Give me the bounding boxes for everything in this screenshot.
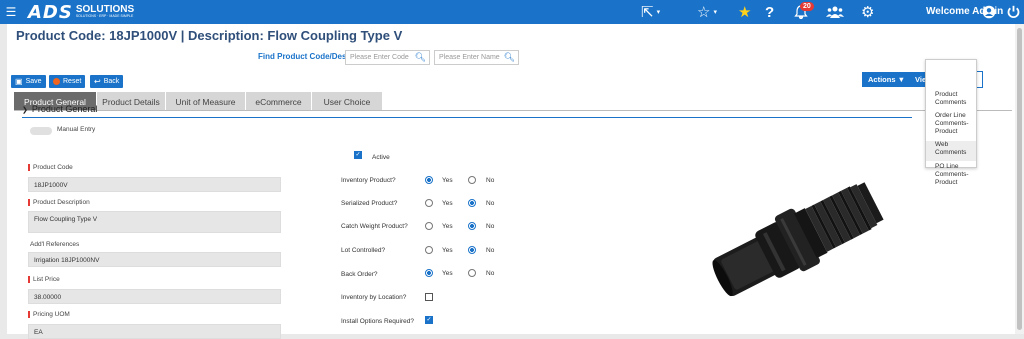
manual-entry-toggle[interactable] (30, 127, 52, 135)
inv-by-location-label: Inventory by Location? (341, 294, 407, 301)
power-icon[interactable] (1007, 2, 1020, 22)
pricing-uom-field[interactable]: EA (28, 324, 281, 339)
views-dropdown: Product Comments Order Line Comments-Pro… (925, 59, 977, 186)
views-item-po-line-comments[interactable]: PO Line Comments-Product (926, 163, 976, 187)
manual-entry-label: Manual Entry (57, 126, 96, 133)
views-item-web-comments[interactable]: Web Comments (926, 141, 976, 161)
lot-controlled-no-radio[interactable] (468, 246, 476, 254)
menu-icon[interactable]: ☰ (0, 5, 22, 19)
tab-unit-of-measure[interactable]: Unit of Measure (166, 92, 246, 111)
reset-icon (53, 78, 60, 85)
tab-ecommerce[interactable]: eCommerce (246, 92, 312, 111)
find-label: Find Product Code/Desc (258, 52, 351, 61)
save-button[interactable]: ▣ Save (11, 75, 46, 88)
gear-icon[interactable]: ⚙ (861, 2, 874, 22)
product-code-field[interactable]: 18JP1000V (28, 177, 281, 192)
catch-weight-no-label: No (486, 223, 495, 230)
install-options-checkbox[interactable]: ✓ (425, 316, 433, 324)
inventory-no-label: No (486, 177, 495, 184)
chevron-down-icon: ❯ (22, 107, 28, 114)
views-item-order-line-comments[interactable]: Order Line Comments-Product (926, 112, 976, 136)
back-button[interactable]: ↩ Back (90, 75, 124, 88)
lot-controlled-no-label: No (486, 247, 495, 254)
star-filled-icon[interactable]: ★ (738, 2, 751, 22)
lot-controlled-yes-label: Yes (442, 247, 453, 254)
list-price-label: List Price (28, 276, 60, 283)
name-search-input[interactable]: Please Enter Name 🔍︎ (434, 50, 519, 65)
views-item-product-comments[interactable]: Product Comments (926, 91, 976, 107)
back-order-no-radio[interactable] (468, 269, 476, 277)
refs-field[interactable]: Irrigation 18JP1000NV (28, 252, 281, 267)
back-order-yes-radio[interactable] (425, 269, 433, 277)
ads-logo[interactable]: ADS SOLUTIONS SOLUTIONS · ERP · MADE SIM… (28, 2, 134, 23)
list-price-field[interactable]: 38.00000 (28, 289, 281, 304)
back-order-yes-label: Yes (442, 270, 453, 277)
catch-weight-label: Catch Weight Product? (341, 223, 408, 230)
user-icon[interactable] (982, 2, 996, 22)
notification-badge: 20 (800, 2, 814, 11)
page-title: Product Code: 18JP1000V | Description: F… (16, 28, 403, 43)
active-checkbox[interactable]: ✓ (354, 151, 362, 159)
back-order-no-label: No (486, 270, 495, 277)
catch-weight-yes-radio[interactable] (425, 222, 433, 230)
top-navbar: ☰ ADS SOLUTIONS SOLUTIONS · ERP · MADE S… (0, 0, 1024, 24)
lot-controlled-label: Lot Controlled? (341, 247, 386, 254)
tab-user-choice[interactable]: User Choice (312, 92, 383, 111)
help-icon[interactable]: ? (765, 2, 774, 22)
pricing-uom-label: Pricing UOM (28, 311, 70, 318)
search-icon[interactable]: 🔍︎ (504, 52, 515, 63)
refs-label: Add'l References (30, 241, 80, 248)
tab-product-details[interactable]: Product Details (97, 92, 166, 111)
scrollbar-thumb[interactable] (1017, 28, 1022, 330)
search-icon[interactable]: 🔍︎ (415, 52, 426, 63)
back-order-label: Back Order? (341, 271, 378, 278)
lot-controlled-yes-radio[interactable] (425, 246, 433, 254)
description-field[interactable]: Flow Coupling Type V (28, 211, 281, 233)
serialized-no-label: No (486, 200, 495, 207)
serialized-no-radio[interactable] (468, 199, 476, 207)
active-label: Active (372, 154, 390, 161)
users-icon[interactable] (826, 2, 844, 22)
serialized-yes-radio[interactable] (425, 199, 433, 207)
section-divider (22, 117, 912, 118)
tab-divider (14, 110, 1012, 111)
bell-icon[interactable]: 20 (789, 2, 814, 22)
catch-weight-yes-label: Yes (442, 223, 453, 230)
inventory-no-radio[interactable] (468, 176, 476, 184)
inventory-yes-label: Yes (442, 177, 453, 184)
inventory-label: Inventory Product? (341, 177, 396, 184)
save-icon: ▣ (15, 77, 23, 86)
inventory-yes-radio[interactable] (425, 176, 433, 184)
code-search-input[interactable]: Please Enter Code 🔍︎ (345, 50, 430, 65)
inv-by-location-checkbox[interactable] (425, 293, 433, 301)
catch-weight-no-radio[interactable] (468, 222, 476, 230)
serialized-yes-label: Yes (442, 200, 453, 207)
install-options-label: Install Options Required? (341, 318, 414, 325)
share-icon[interactable]: ⇱ ▾ (641, 2, 660, 22)
scrollbar[interactable] (1015, 24, 1024, 334)
description-label: Product Description (28, 199, 90, 206)
serialized-label: Serialized Product? (341, 200, 398, 207)
section-header[interactable]: ❯ Product General (22, 104, 97, 114)
product-image (712, 182, 884, 297)
back-arrow-icon: ↩ (94, 77, 101, 86)
reset-button[interactable]: Reset (49, 75, 86, 88)
star-outline-icon[interactable]: ☆ ▾ (697, 2, 717, 22)
actions-button[interactable]: Actions ▼ (862, 72, 912, 87)
product-code-label: Product Code (28, 164, 73, 171)
